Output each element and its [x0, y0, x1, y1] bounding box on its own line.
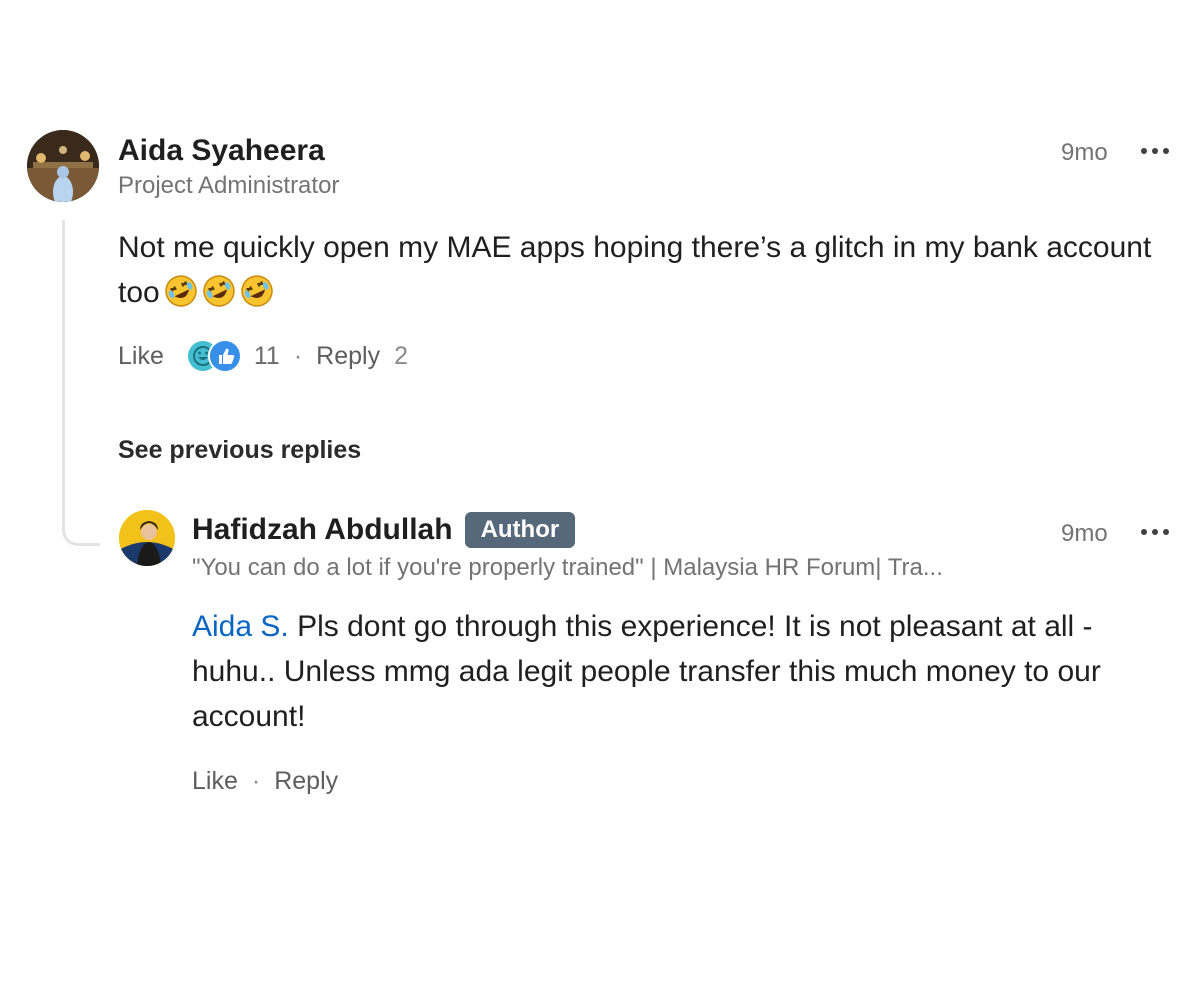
like-button[interactable]: Like	[192, 767, 238, 796]
reactions-summary[interactable]	[185, 339, 242, 373]
comment-body: Not me quickly open my MAE apps hoping t…	[118, 225, 1158, 315]
laughing-emoji-icon	[164, 274, 198, 308]
comment-author-name[interactable]: Aida Syaheera	[118, 134, 325, 168]
comment-actions: Like 11 · Reply 2	[118, 339, 408, 373]
mention-link[interactable]: Aida S.	[192, 610, 289, 643]
laughing-emoji-icon	[240, 274, 274, 308]
reply-text: Pls dont go through this experience! It …	[192, 610, 1101, 733]
reply-button[interactable]: Reply	[274, 767, 338, 796]
reply-body: Aida S. Pls dont go through this experie…	[192, 604, 1167, 739]
reply-count: 2	[394, 341, 408, 370]
reply-author-name[interactable]: Hafidzah Abdullah	[192, 513, 453, 547]
action-separator: ·	[293, 341, 303, 370]
thread-connector-line	[62, 220, 100, 546]
comment-thread: Aida Syaheera Project Administrator 9mo …	[0, 0, 1200, 1000]
reply-header: Hafidzah Abdullah Author	[192, 512, 576, 548]
see-previous-replies-link[interactable]: See previous replies	[118, 436, 361, 465]
reply-button[interactable]: Reply	[316, 342, 380, 371]
more-options-icon[interactable]	[1141, 522, 1177, 542]
reply-author-headline: "You can do a lot if you're properly tra…	[192, 554, 943, 581]
reply-timestamp: 9mo	[1061, 520, 1108, 547]
avatar[interactable]	[119, 510, 175, 566]
more-options-icon[interactable]	[1141, 141, 1177, 161]
like-reaction-icon	[207, 339, 242, 373]
comment-timestamp: 9mo	[1061, 139, 1108, 166]
like-button[interactable]: Like	[118, 342, 164, 371]
action-separator: ·	[251, 767, 261, 795]
reaction-count[interactable]: 11	[254, 342, 280, 371]
comment-author-headline: Project Administrator	[118, 172, 340, 199]
author-badge: Author	[464, 512, 576, 548]
reply-actions: Like · Reply	[192, 767, 338, 796]
laughing-emoji-icon	[202, 274, 236, 308]
avatar[interactable]	[27, 130, 99, 202]
